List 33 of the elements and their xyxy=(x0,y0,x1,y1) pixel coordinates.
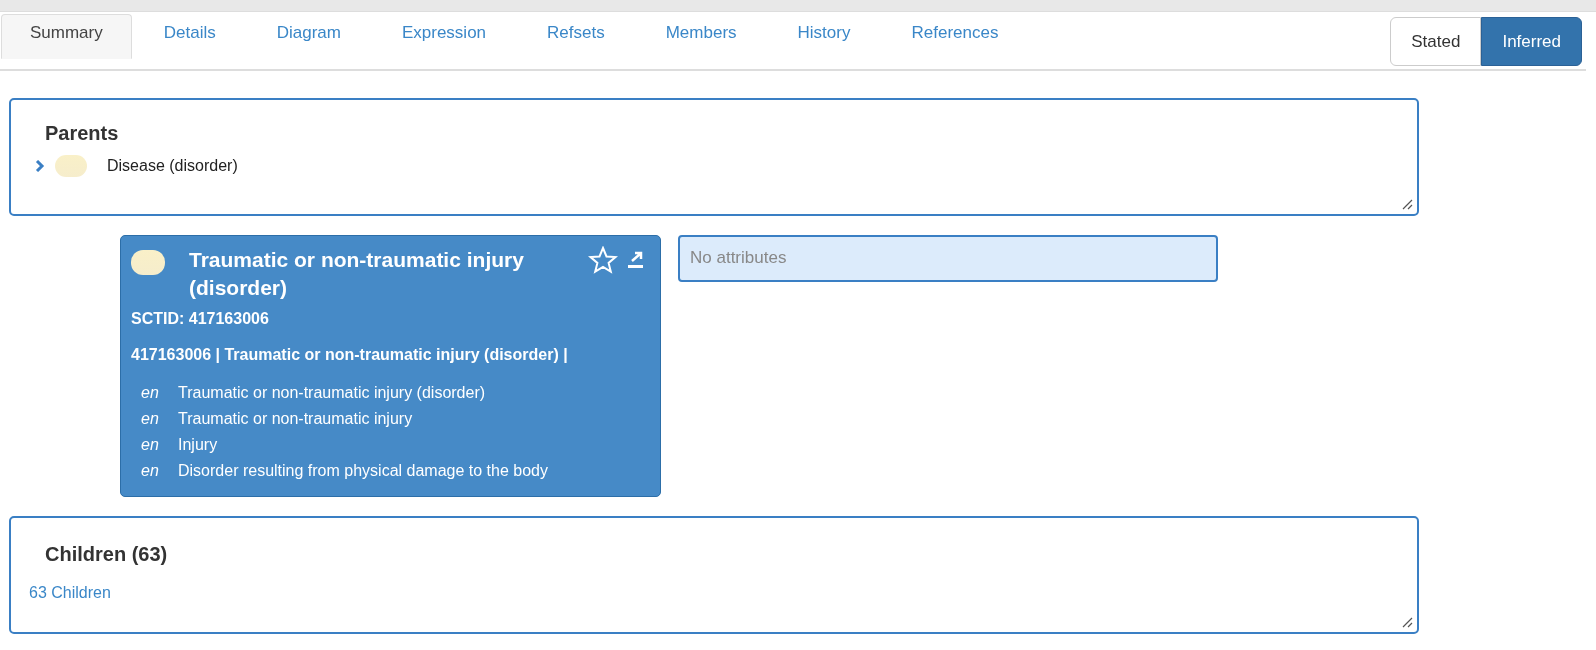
description-term: Disorder resulting from physical damage to the body xyxy=(178,461,548,481)
tab[interactable]: Details xyxy=(134,14,245,59)
star-icon[interactable] xyxy=(588,246,618,274)
export-icon[interactable] xyxy=(626,251,644,269)
tab[interactable]: Expression xyxy=(372,14,516,59)
concept-type-icon xyxy=(55,155,87,177)
parent-concept[interactable]: Disease (disorder) xyxy=(107,157,238,175)
attributes-box: No attributes xyxy=(678,235,1218,282)
tab[interactable]: Members xyxy=(636,14,766,59)
language-code: en xyxy=(140,409,160,429)
children-link[interactable]: 63 Children xyxy=(29,584,1391,602)
resize-grip-icon xyxy=(1401,616,1413,628)
panel-title: Parents xyxy=(45,122,120,145)
description-term: Injury xyxy=(178,435,218,455)
language-code: en xyxy=(140,461,160,481)
description-term: Traumatic or non-traumatic injury (disorder) xyxy=(178,383,486,403)
language-code: en xyxy=(140,383,160,403)
sctid-label: SCTID: 417163006 xyxy=(131,310,270,328)
tab[interactable]: Refsets xyxy=(518,14,634,59)
tab[interactable]: History xyxy=(768,14,880,59)
resize-grip-icon xyxy=(1401,198,1413,210)
concept-title: Traumatic or non-traumatic injury (disorder) xyxy=(189,247,525,301)
chevron-right-icon[interactable] xyxy=(35,160,45,172)
tab[interactable]: Diagram xyxy=(247,14,370,59)
concept-type-icon xyxy=(131,250,165,275)
tab[interactable]: References xyxy=(882,14,1028,59)
language-code: en xyxy=(140,435,160,455)
view-toggle-button[interactable]: Stated xyxy=(1390,17,1482,66)
description-term: Traumatic or non-traumatic injury xyxy=(178,409,413,429)
panel-title: Children (63) xyxy=(45,543,169,566)
tab[interactable]: Summary xyxy=(1,14,132,59)
concept-expression: 417163006 | Traumatic or non-traumatic injury (disorder) | xyxy=(131,346,569,364)
view-toggle-button[interactable]: Inferred xyxy=(1481,17,1582,66)
